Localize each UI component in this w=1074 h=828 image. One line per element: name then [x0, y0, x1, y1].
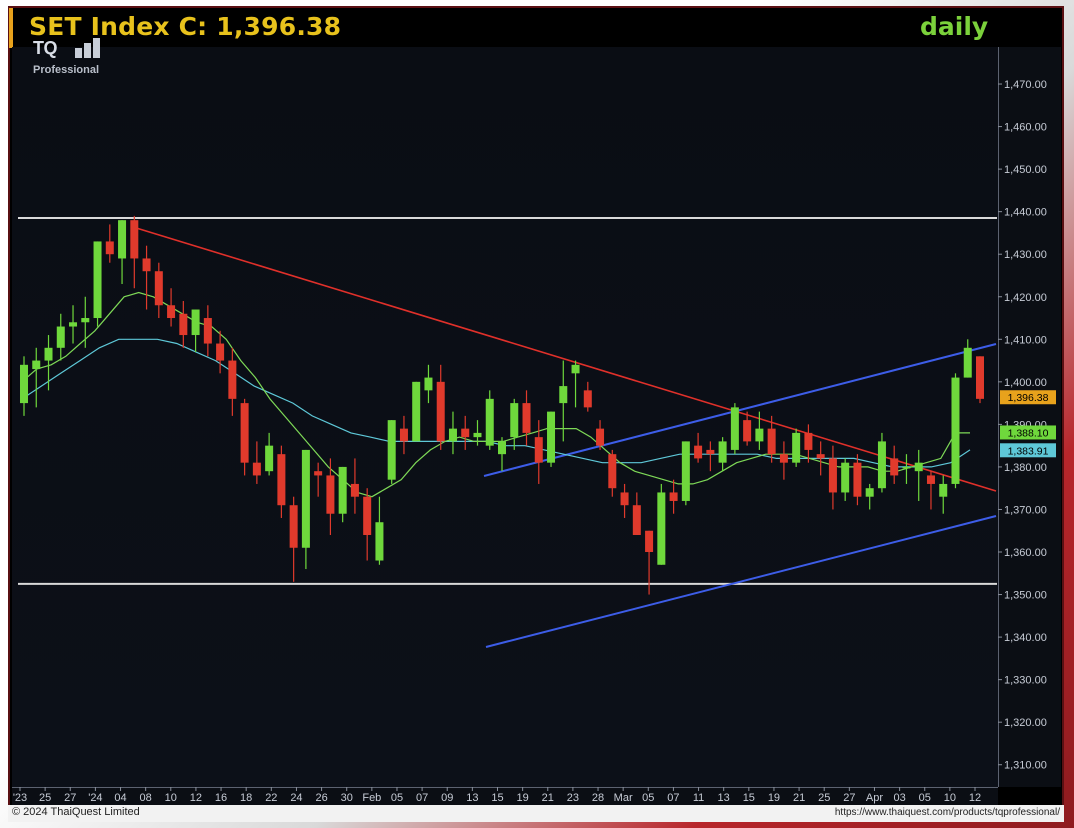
date-axis[interactable] — [12, 787, 998, 806]
chart-title: SET Index C: 1,396.38 — [29, 12, 342, 41]
footer-url[interactable]: https://www.thaiquest.com/products/tqpro… — [835, 807, 1060, 818]
plot-area[interactable] — [12, 47, 998, 787]
price-axis[interactable] — [998, 47, 1061, 787]
logo-text: TQ — [33, 38, 58, 58]
period-label[interactable]: daily — [920, 12, 988, 41]
logo-subtext: Professional — [33, 64, 100, 76]
title-accent — [9, 8, 13, 48]
tq-logo: TQ Professional — [33, 38, 123, 82]
footer-bar: © 2024 ThaiQuest Limited https://www.tha… — [8, 805, 1064, 822]
copyright-text: © 2024 ThaiQuest Limited — [12, 806, 140, 818]
